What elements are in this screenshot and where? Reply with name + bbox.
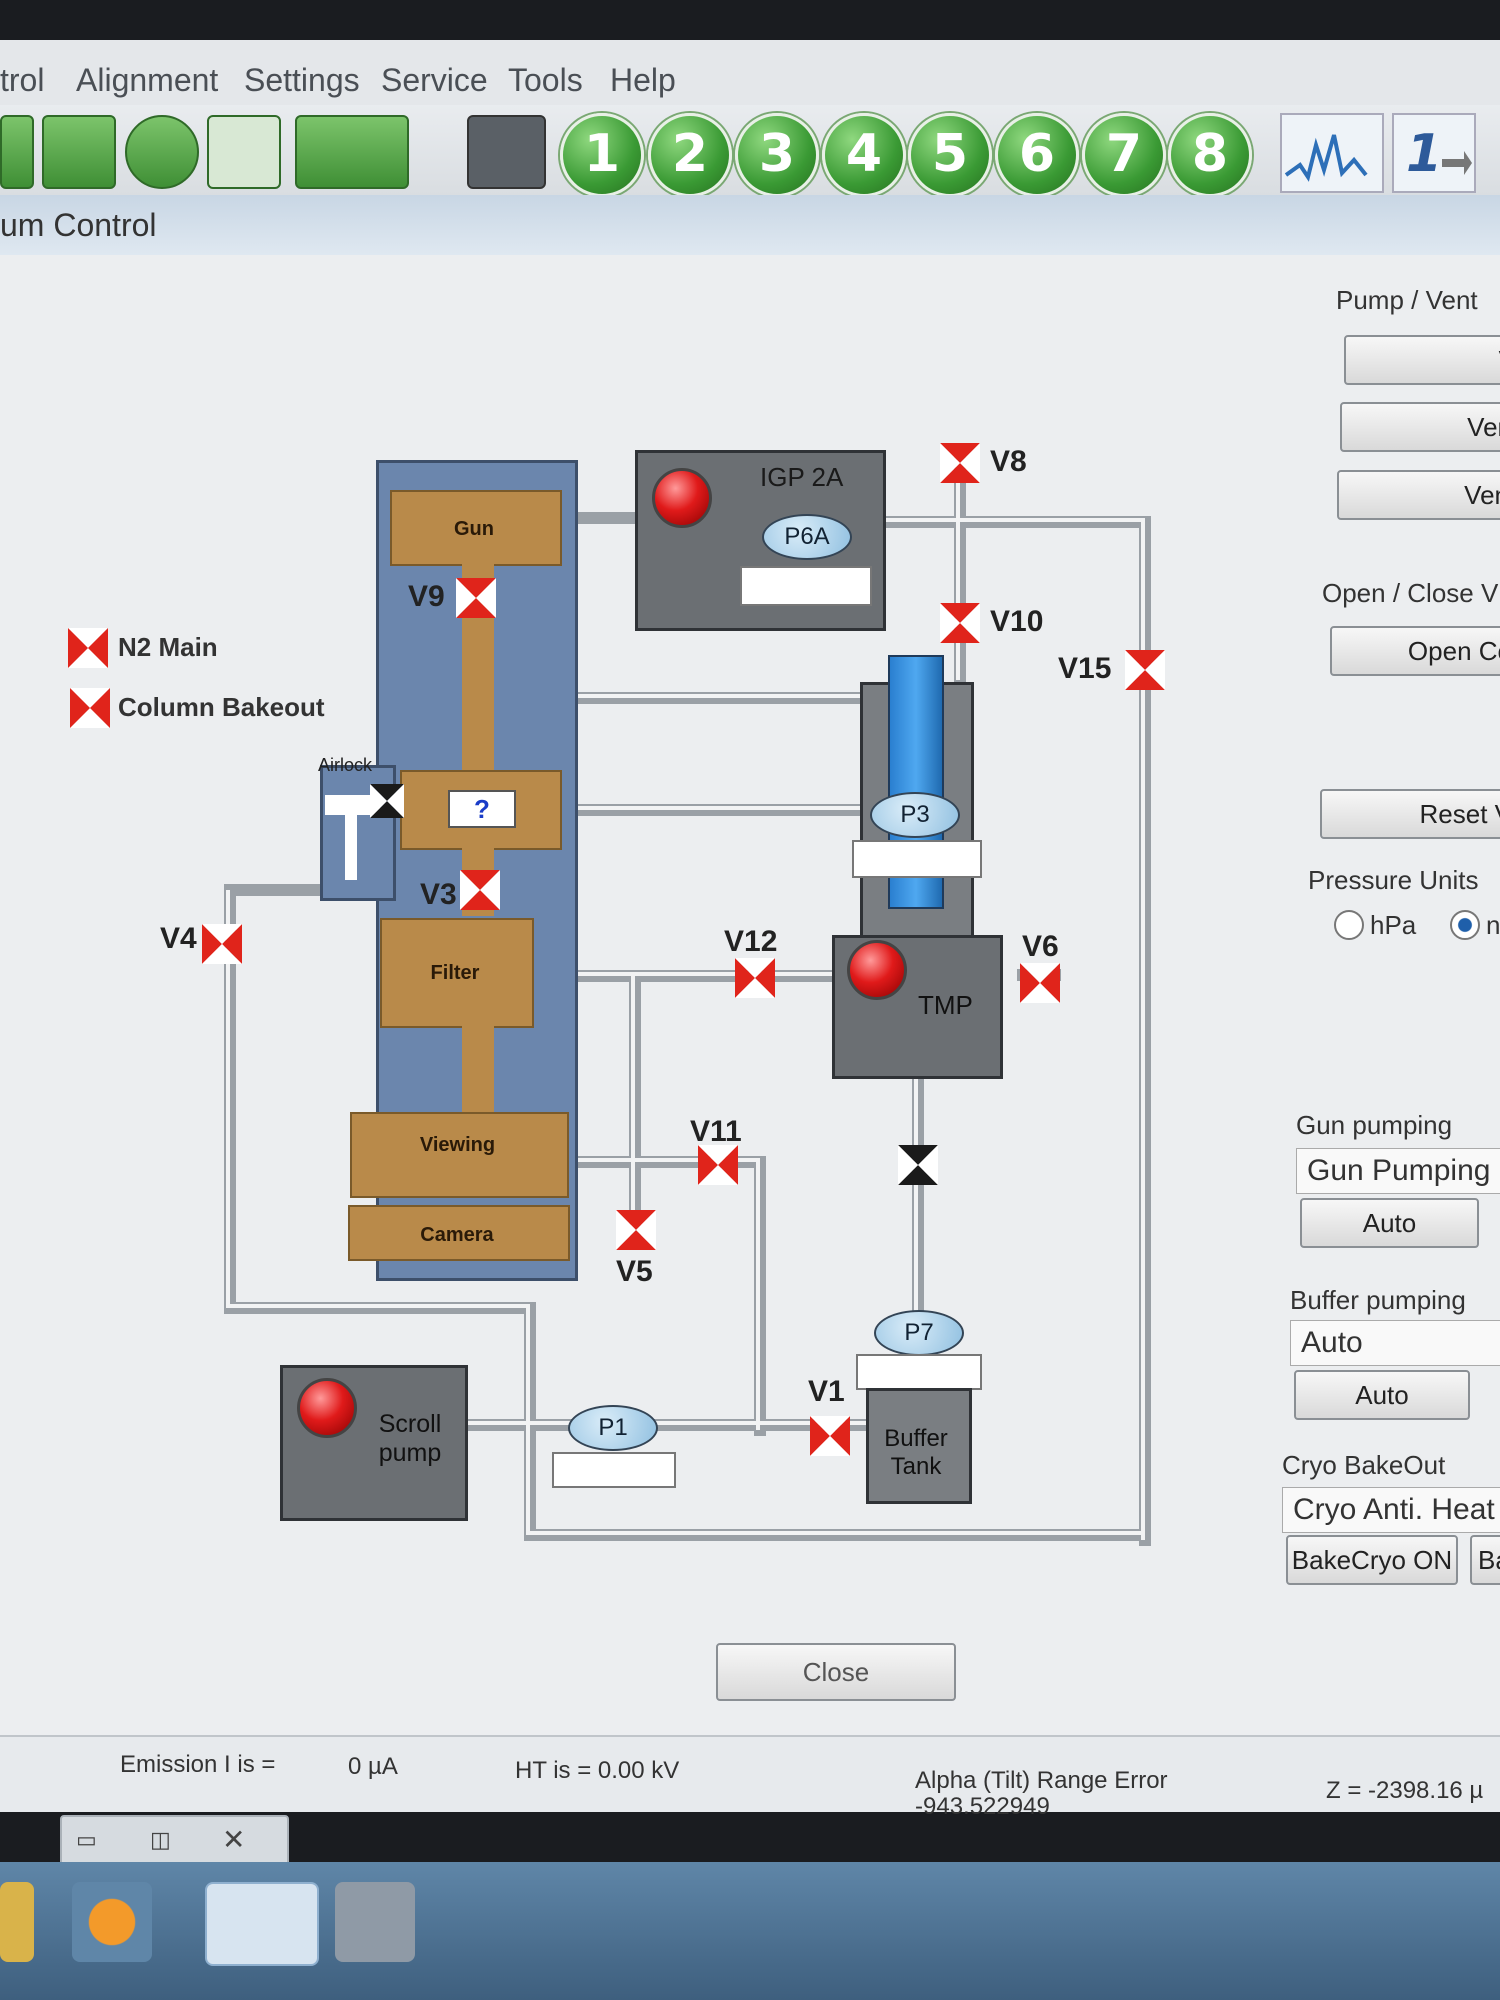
phone-computer-icon[interactable] <box>335 1882 415 1962</box>
taskbar <box>0 1862 1500 2000</box>
valve-v1-label: V1 <box>808 1375 845 1408</box>
unknown-status-box: ? <box>448 790 516 828</box>
igp-label: IGP 2A <box>760 462 844 492</box>
alpha-error-text: Alpha (Tilt) Range Error <box>915 1767 1168 1794</box>
window-controls: ▭ ◫ ✕ <box>60 1815 289 1867</box>
open-close-button[interactable]: Open Co <box>1330 626 1500 676</box>
bakecryo-second-button[interactable]: Ba <box>1470 1535 1500 1585</box>
camera-label: Camera <box>420 1224 494 1246</box>
pump-vent-button-2[interactable]: Ven <box>1340 402 1500 452</box>
p7-readout <box>856 1354 982 1390</box>
valve-v10-label: V10 <box>990 605 1044 638</box>
valve-v3-label: V3 <box>420 878 457 911</box>
filter-neck <box>462 1024 494 1114</box>
valve-v9-label: V9 <box>408 580 445 613</box>
gun-label: Gun <box>454 518 494 540</box>
valve-v5-label: V5 <box>616 1255 653 1288</box>
gauge-p7: P7 <box>874 1310 964 1356</box>
maximize-icon[interactable]: ◫ <box>150 1827 171 1853</box>
pump-vent-button-1[interactable]: V <box>1344 335 1500 385</box>
cryo-bakeout-label: Cryo BakeOut <box>1282 1450 1446 1480</box>
open-close-group-label: Open / Close V <box>1322 578 1499 608</box>
alpha-error-value: -943.522949 <box>915 1793 1050 1820</box>
airlock-label: Airlock <box>318 755 373 775</box>
ht-status: HT is = 0.00 kV <box>515 1757 680 1784</box>
z-position: Z = -2398.16 µ <box>1326 1777 1484 1804</box>
valve-v15-label: V15 <box>1058 652 1112 685</box>
valve-v10-icon[interactable] <box>940 603 980 643</box>
minimize-icon[interactable]: ▭ <box>76 1827 97 1853</box>
p3-readout <box>852 840 982 878</box>
legend-n2-valve-icon <box>68 628 108 668</box>
filter-label: Filter <box>430 962 480 984</box>
reset-button[interactable]: Reset V <box>1320 789 1500 839</box>
igp-status-led <box>652 468 712 528</box>
folder-icon[interactable] <box>0 1882 34 1962</box>
gun-pumping-auto-button[interactable]: Auto <box>1300 1198 1479 1248</box>
legend-bakeout-label: Column Bakeout <box>118 692 325 722</box>
valve-v12-icon[interactable] <box>735 958 775 998</box>
valve-v5-icon[interactable] <box>616 1210 656 1250</box>
buffer-valve-icon[interactable] <box>898 1145 938 1185</box>
emission-value: 0 µA <box>348 1753 398 1780</box>
valve-v11-label: V11 <box>690 1115 742 1148</box>
valve-v11-icon[interactable] <box>698 1145 738 1185</box>
valve-v12-label: V12 <box>724 925 778 958</box>
buffer-tank-label: Buffer Tank <box>884 1425 948 1480</box>
close-button[interactable]: Close <box>716 1643 956 1701</box>
pump-vent-group-label: Pump / Vent <box>1336 285 1478 315</box>
close-window-icon[interactable]: ✕ <box>222 1823 245 1856</box>
gauge-p3: P3 <box>870 792 960 838</box>
airlock-stem <box>345 810 357 880</box>
hpa-radio-label: hPa <box>1370 910 1417 940</box>
buffer-pumping-label: Buffer pumping <box>1290 1285 1466 1315</box>
tmp-label: TMP <box>918 990 973 1020</box>
p6a-readout <box>740 566 872 606</box>
pressure-units-label: Pressure Units <box>1308 865 1479 895</box>
valve-v6-icon[interactable] <box>1020 963 1060 1003</box>
buffer-pumping-auto-button[interactable]: Auto <box>1294 1370 1470 1420</box>
buffer-pumping-field: Auto <box>1290 1320 1500 1366</box>
bakecryo-on-button[interactable]: BakeCryo ON <box>1286 1535 1458 1585</box>
airlock-valve-icon[interactable] <box>370 784 404 818</box>
gauge-p6a: P6A <box>762 514 852 560</box>
emission-label: Emission I is = <box>120 1751 276 1778</box>
tmp-status-led <box>847 940 907 1000</box>
valve-v8-label: V8 <box>990 445 1027 478</box>
scroll-status-led <box>297 1378 357 1438</box>
status-bar: Emission I is = 0 µA HT is = 0.00 kV Alp… <box>0 1735 1500 1820</box>
gun-pumping-field: Gun Pumping <box>1296 1148 1500 1194</box>
p1-readout <box>552 1452 676 1488</box>
gun-pumping-label: Gun pumping <box>1296 1110 1453 1140</box>
microscope-app-icon[interactable] <box>205 1882 319 1966</box>
other-unit-radio-label: n <box>1486 910 1500 940</box>
scroll-pump-label: Scroll pump <box>378 1410 442 1467</box>
valve-v6-label: V6 <box>1022 930 1059 963</box>
cryo-field: Cryo Anti. Heat <box>1282 1487 1500 1533</box>
valve-v8-icon[interactable] <box>940 443 980 483</box>
valve-v15-icon[interactable] <box>1125 650 1165 690</box>
viewing-label: Viewing <box>419 1134 496 1156</box>
other-unit-radio[interactable] <box>1450 910 1480 940</box>
valve-v1-icon[interactable] <box>810 1416 850 1456</box>
pump-vent-button-3[interactable]: Ven <box>1337 470 1500 520</box>
media-player-icon[interactable] <box>72 1882 152 1962</box>
hpa-radio[interactable] <box>1334 910 1364 940</box>
gauge-p1: P1 <box>568 1405 658 1451</box>
legend-bakeout-valve-icon <box>70 688 110 728</box>
valve-v9-icon[interactable] <box>456 578 496 618</box>
valve-v4-icon[interactable] <box>202 924 242 964</box>
valve-v4-label: V4 <box>160 922 197 955</box>
legend-n2-label: N2 Main <box>118 632 218 662</box>
valve-v3-icon[interactable] <box>460 870 500 910</box>
